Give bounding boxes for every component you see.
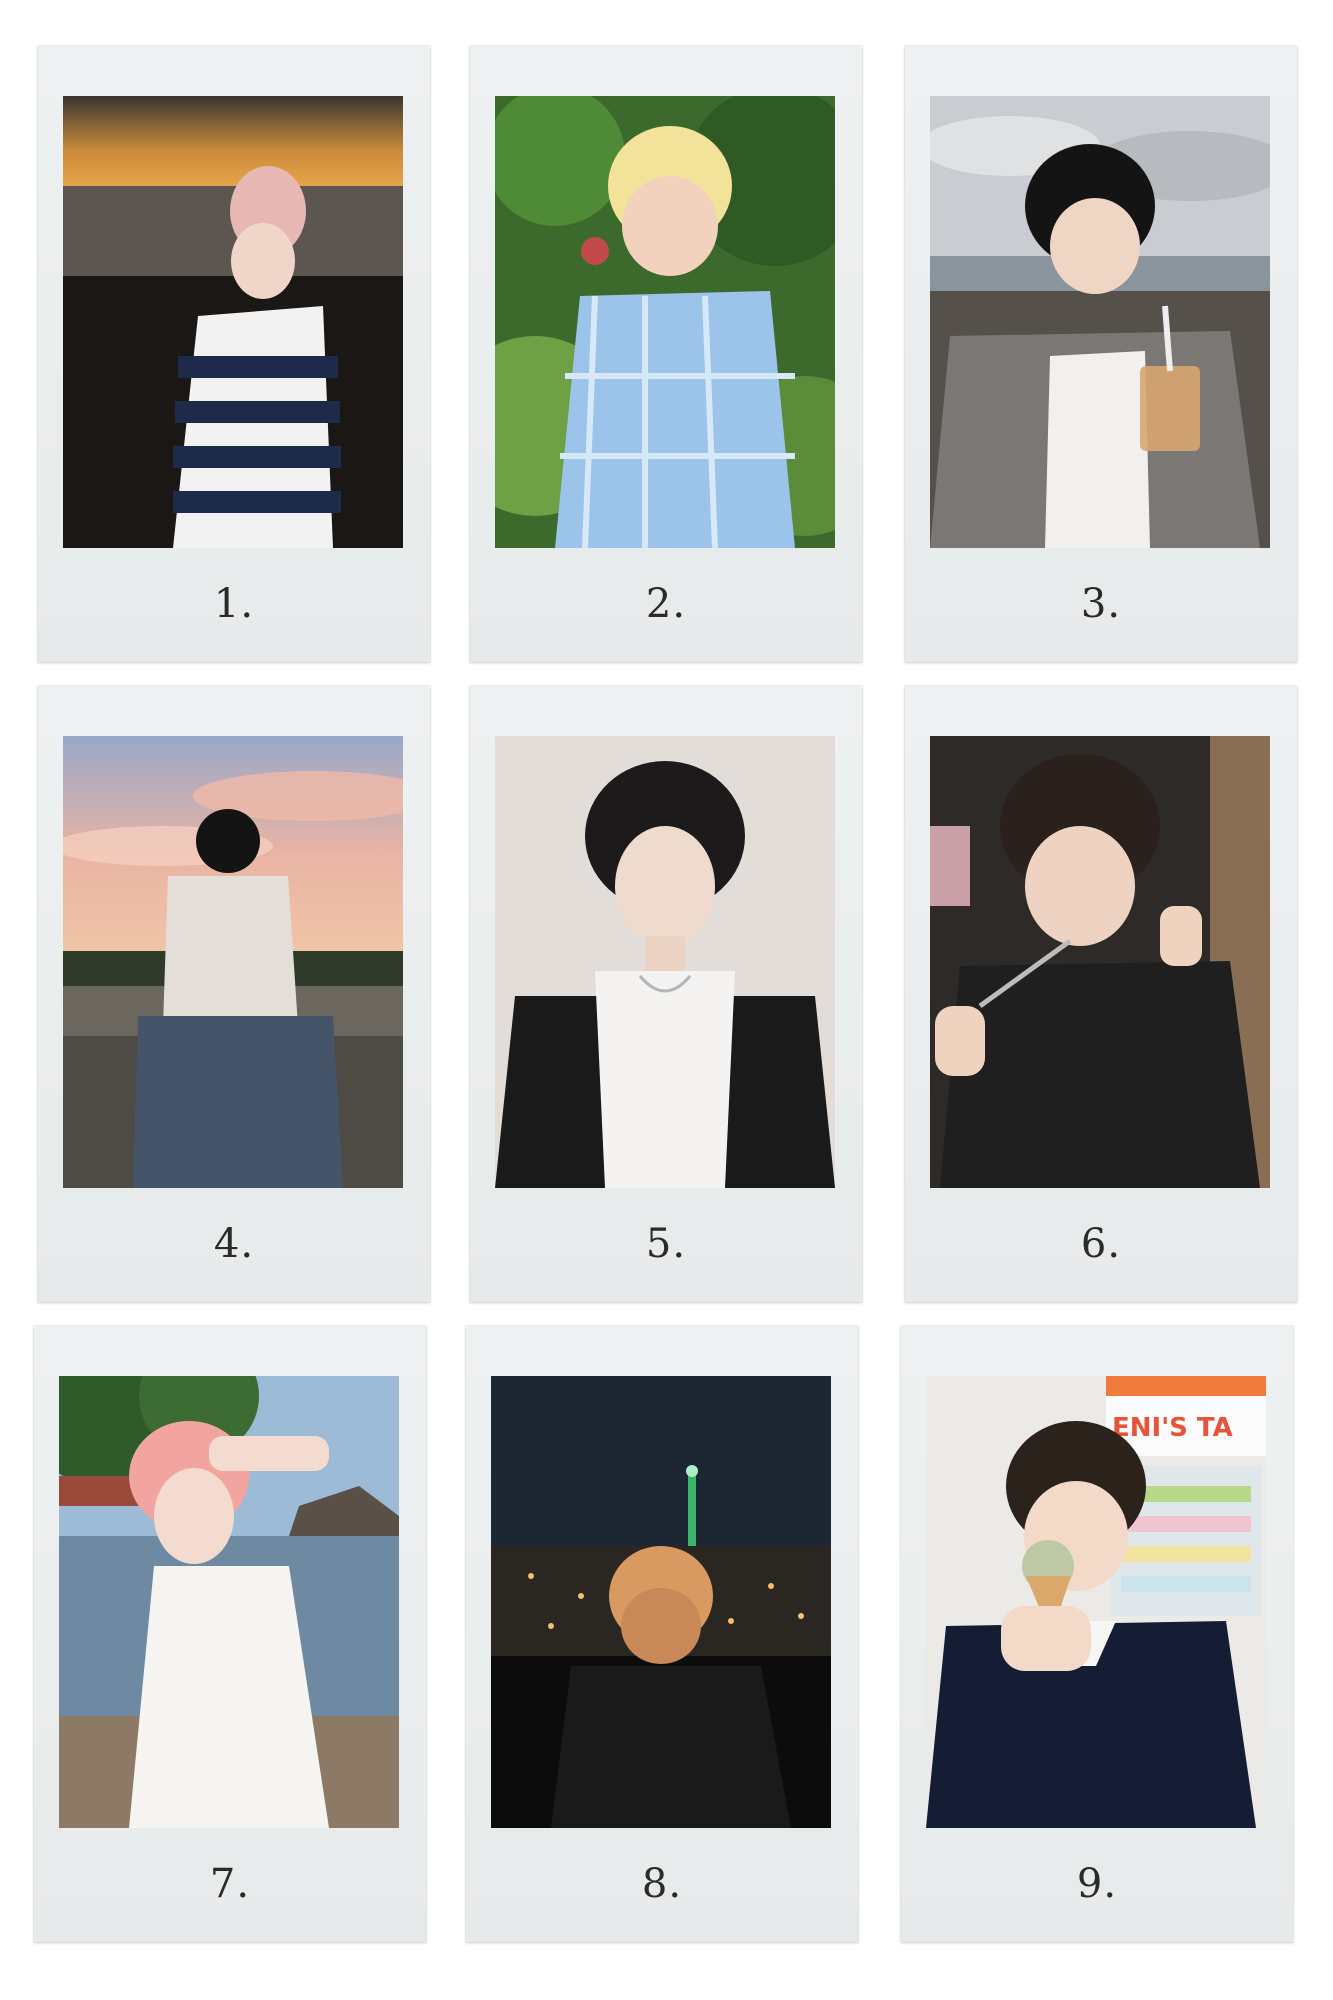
caption-2: 2. [645,581,687,627]
polaroid-6: 6. [905,686,1297,1302]
polaroid-1: 1. [38,46,430,662]
photo-9: ENI'S TA [926,1376,1266,1828]
caption-4: 4. [213,1221,255,1267]
caption-8: 8. [641,1861,683,1907]
photo-8 [491,1376,831,1828]
polaroid-8: 8. [466,1326,858,1942]
polaroid-collage: 1. 2. 3. 4. 5. 6. 7. 8. ENI'S TA 9. [0,0,1333,2000]
photo-3 [930,96,1270,548]
shop-sign: ENI'S TA [1112,1413,1233,1443]
caption-5: 5. [645,1221,687,1267]
photo-7 [59,1376,399,1828]
polaroid-7: 7. [34,1326,426,1942]
photo-4 [63,736,403,1188]
caption-9: 9. [1076,1861,1118,1907]
polaroid-5: 5. [470,686,862,1302]
polaroid-4: 4. [38,686,430,1302]
photo-1 [63,96,403,548]
caption-6: 6. [1080,1221,1122,1267]
photo-2 [495,96,835,548]
caption-1: 1. [213,581,255,627]
polaroid-2: 2. [470,46,862,662]
caption-3: 3. [1080,581,1122,627]
polaroid-3: 3. [905,46,1297,662]
caption-7: 7. [209,1861,251,1907]
polaroid-9: ENI'S TA 9. [901,1326,1293,1942]
photo-5 [495,736,835,1188]
photo-6 [930,736,1270,1188]
